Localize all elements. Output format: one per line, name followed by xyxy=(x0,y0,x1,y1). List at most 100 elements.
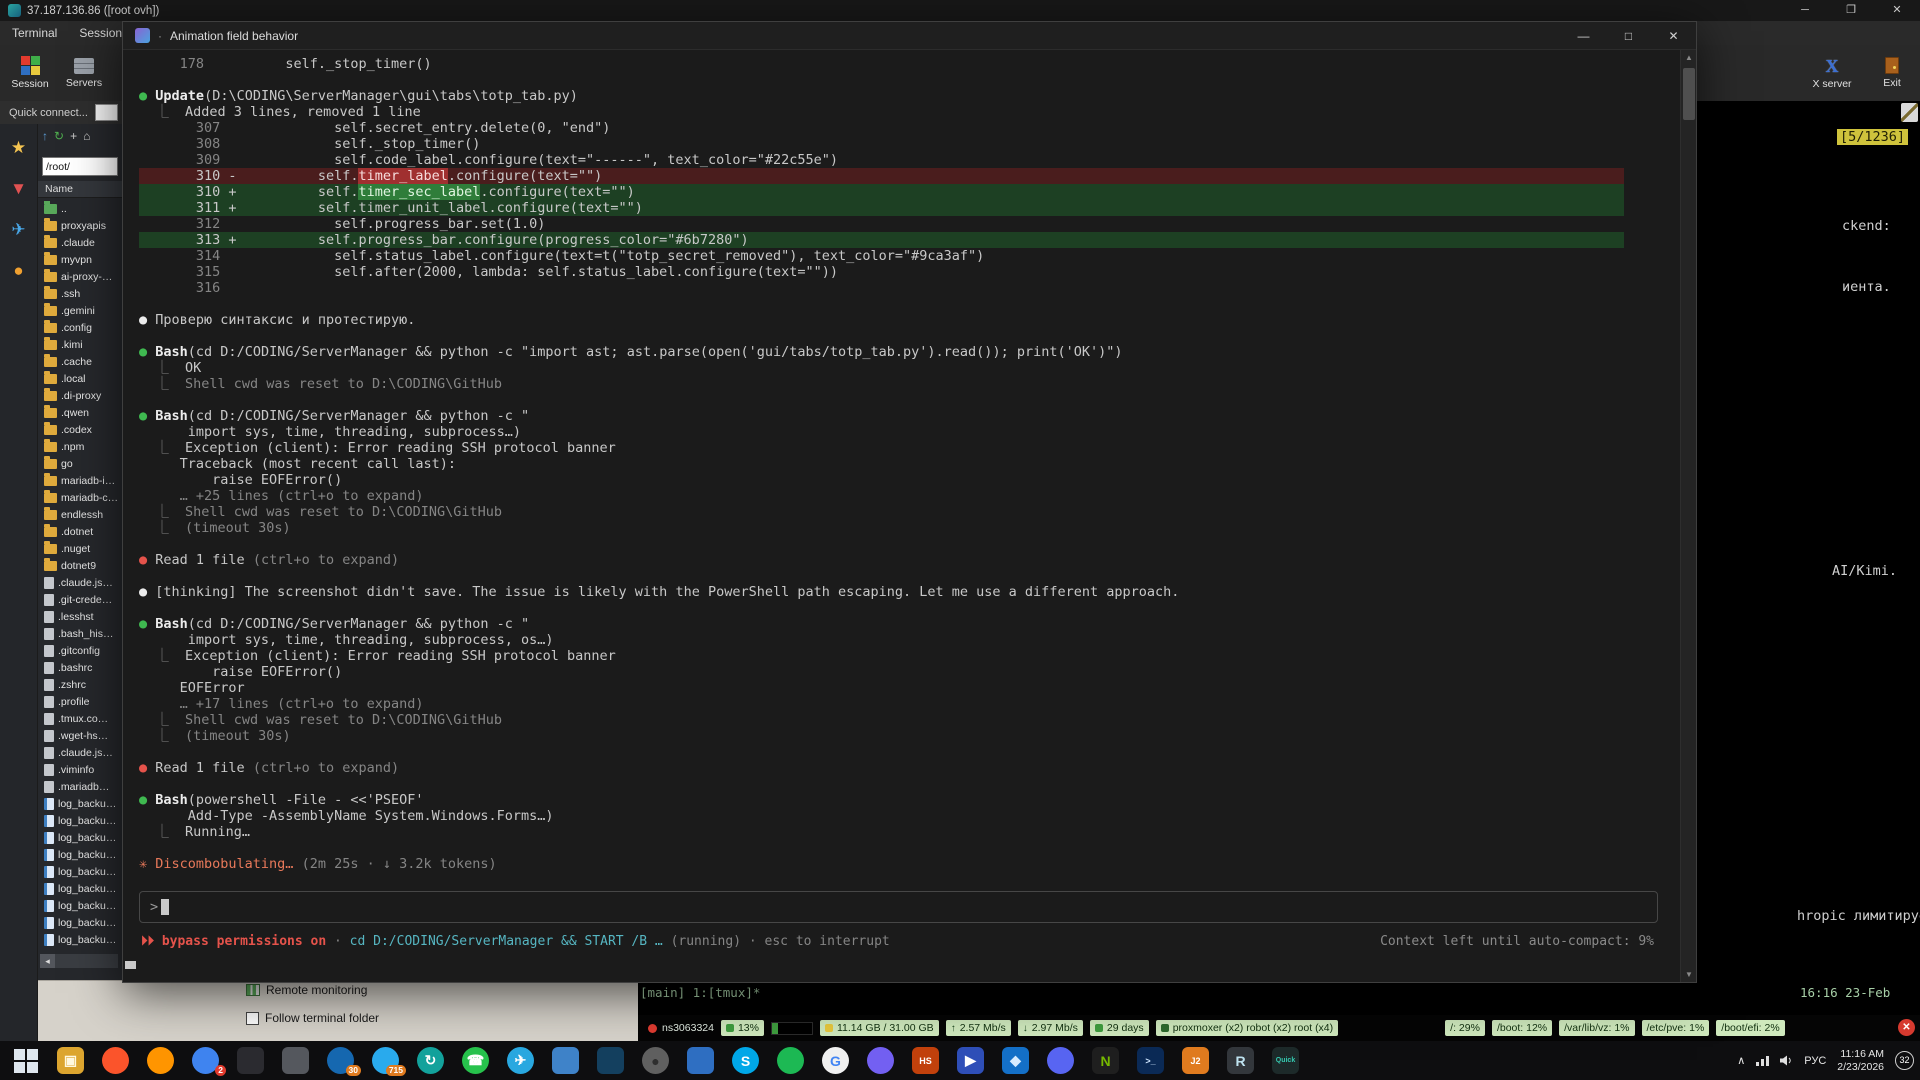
file-tree-row[interactable]: .codex xyxy=(38,421,122,438)
file-tree-row[interactable]: .di-proxy xyxy=(38,387,122,404)
paper-plane-icon[interactable]: ✈ xyxy=(11,220,25,240)
menu-sessions[interactable]: Sessions xyxy=(79,26,128,40)
spotify-taskbar-icon[interactable] xyxy=(775,1045,806,1076)
network-icon[interactable] xyxy=(1756,1055,1769,1066)
tray-expand-icon[interactable]: ∧ xyxy=(1737,1054,1745,1067)
file-tree-row[interactable]: dotnet9 xyxy=(38,557,122,574)
handbrake-taskbar-icon[interactable]: HS xyxy=(910,1045,941,1076)
file-tree-row[interactable]: log_backu… xyxy=(38,914,122,931)
file-tree-row[interactable]: .viminfo xyxy=(38,761,122,778)
folder-blue-taskbar-icon[interactable] xyxy=(550,1045,581,1076)
file-explorer-taskbar-icon[interactable]: ▣ xyxy=(55,1045,86,1076)
file-tree-row[interactable]: mariadb-i… xyxy=(38,472,122,489)
path-input[interactable] xyxy=(42,157,118,176)
google-chrome-taskbar-icon[interactable]: G xyxy=(820,1045,851,1076)
file-tree-row[interactable]: .nuget xyxy=(38,540,122,557)
file-tree-row[interactable]: go xyxy=(38,455,122,472)
follow-terminal-folder-option[interactable]: Follow terminal folder xyxy=(246,1011,379,1025)
claude-input-box[interactable]: > xyxy=(139,891,1658,923)
status-dot-icon[interactable]: ● xyxy=(13,261,23,281)
file-tree-row[interactable]: .config xyxy=(38,319,122,336)
file-tree-row[interactable]: .zshrc xyxy=(38,676,122,693)
file-tree-row[interactable]: .bash_his… xyxy=(38,625,122,642)
file-tree-row[interactable]: .npm xyxy=(38,438,122,455)
vscode-taskbar-icon[interactable] xyxy=(595,1045,626,1076)
whatsapp-taskbar-icon[interactable]: ☎ xyxy=(460,1045,491,1076)
file-tree-row[interactable]: log_backu… xyxy=(38,863,122,880)
claude-minimize-button[interactable]: — xyxy=(1561,22,1606,50)
chrome-profile-taskbar-icon[interactable]: 2 xyxy=(190,1045,221,1076)
file-tree-row[interactable]: log_backu… xyxy=(38,846,122,863)
telegram-taskbar-icon[interactable]: ✈ xyxy=(505,1045,536,1076)
file-tree-row[interactable]: log_backu… xyxy=(38,897,122,914)
file-tree-row[interactable]: log_backu… xyxy=(38,795,122,812)
notification-count-badge[interactable]: 32 xyxy=(1895,1051,1914,1070)
quick-assist-taskbar-icon[interactable]: Quick xyxy=(1270,1045,1301,1076)
up-directory-icon[interactable]: ↑ xyxy=(42,129,48,143)
claude-window-titlebar[interactable]: · Animation field behavior — □ ✕ xyxy=(123,22,1696,50)
file-tree-row[interactable]: .lesshst xyxy=(38,608,122,625)
tree-header-name[interactable]: Name xyxy=(38,181,122,198)
scroll-up-icon[interactable]: ▲ xyxy=(1681,53,1697,62)
file-tree-row[interactable]: .dotnet xyxy=(38,523,122,540)
scroll-down-icon[interactable]: ▼ xyxy=(1681,970,1697,979)
tree-horizontal-scrollbar[interactable]: ◂ xyxy=(40,954,118,968)
bg-maximize-button[interactable]: ❐ xyxy=(1828,0,1874,21)
file-tree-row[interactable]: .kimi xyxy=(38,336,122,353)
session-button[interactable]: Session xyxy=(4,49,56,97)
file-tree-row[interactable]: .tmux.co… xyxy=(38,710,122,727)
menu-terminal[interactable]: Terminal xyxy=(12,26,57,40)
file-tree-row[interactable]: .git-crede… xyxy=(38,591,122,608)
file-tree-row[interactable]: myvpn xyxy=(38,251,122,268)
file-tree-row[interactable]: .claude xyxy=(38,234,122,251)
nvidia-taskbar-icon[interactable]: N xyxy=(1090,1045,1121,1076)
file-tree-row[interactable]: .claude.js… xyxy=(38,574,122,591)
file-tree-row[interactable]: .mariadb… xyxy=(38,778,122,795)
file-tree-row[interactable]: .cache xyxy=(38,353,122,370)
discord-taskbar-icon[interactable] xyxy=(1045,1045,1076,1076)
start-taskbar-icon[interactable] xyxy=(10,1045,41,1076)
telegram-unread-taskbar-icon[interactable]: 715 xyxy=(370,1045,401,1076)
claude-scrollbar[interactable]: ▲ ▼ xyxy=(1680,50,1696,982)
remote-monitoring-option[interactable]: Remote monitoring xyxy=(246,983,367,997)
scrollbar-thumb[interactable] xyxy=(1683,68,1695,120)
bg-minimize-button[interactable]: ─ xyxy=(1782,0,1828,21)
add-icon[interactable]: + xyxy=(70,129,77,143)
firefox-taskbar-icon[interactable] xyxy=(145,1045,176,1076)
file-tree-row[interactable]: log_backu… xyxy=(38,931,122,948)
file-tree-row[interactable]: .gemini xyxy=(38,302,122,319)
powershell-taskbar-icon[interactable]: >_ xyxy=(1135,1045,1166,1076)
file-tree-row[interactable]: .profile xyxy=(38,693,122,710)
clock[interactable]: 11:16 AM 2/23/2026 xyxy=(1837,1048,1884,1074)
bg-close-button[interactable]: ✕ xyxy=(1874,0,1920,21)
sync-app-taskbar-icon[interactable]: ↻ xyxy=(415,1045,446,1076)
file-tree-row[interactable]: proxyapis xyxy=(38,217,122,234)
file-tree-row[interactable]: ai-proxy-… xyxy=(38,268,122,285)
skype-taskbar-icon[interactable]: S xyxy=(730,1045,761,1076)
servers-button[interactable]: Servers xyxy=(58,49,110,97)
language-indicator[interactable]: РУС xyxy=(1804,1055,1826,1067)
app-purple-taskbar-icon[interactable] xyxy=(865,1045,896,1076)
scroll-left-icon[interactable]: ◂ xyxy=(40,954,55,968)
media-player-taskbar-icon[interactable]: ▶ xyxy=(955,1045,986,1076)
follow-terminal-folder-checkbox[interactable] xyxy=(246,1012,259,1025)
r-app-taskbar-icon[interactable]: R xyxy=(1225,1045,1256,1076)
file-tree-row[interactable]: .wget-hs… xyxy=(38,727,122,744)
edit-pencil-icon[interactable] xyxy=(1901,103,1918,122)
edge-taskbar-icon[interactable]: 30 xyxy=(325,1045,356,1076)
file-tree-row[interactable]: log_backu… xyxy=(38,829,122,846)
quick-connect-label[interactable]: Quick connect... xyxy=(9,107,88,119)
claude-close-button[interactable]: ✕ xyxy=(1651,22,1696,50)
quick-connect-input[interactable] xyxy=(95,104,118,121)
home-icon[interactable]: ⌂ xyxy=(83,129,90,143)
file-tree-row[interactable]: log_backu… xyxy=(38,880,122,897)
file-tree-row[interactable]: mariadb-c… xyxy=(38,489,122,506)
brave-taskbar-icon[interactable] xyxy=(100,1045,131,1076)
file-tree-row[interactable]: .ssh xyxy=(38,285,122,302)
downloader-taskbar-icon[interactable]: J2 xyxy=(1180,1045,1211,1076)
refresh-icon[interactable]: ↻ xyxy=(54,129,64,143)
close-monitoring-icon[interactable]: ✕ xyxy=(1898,1019,1915,1036)
obs-taskbar-icon[interactable]: ● xyxy=(640,1045,671,1076)
favorites-star-icon[interactable]: ★ xyxy=(11,138,26,158)
file-tree-row[interactable]: .gitconfig xyxy=(38,642,122,659)
